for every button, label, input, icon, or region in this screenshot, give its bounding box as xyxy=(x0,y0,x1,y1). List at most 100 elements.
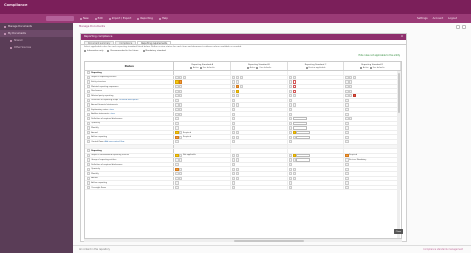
status-select[interactable] xyxy=(296,135,311,139)
status-select[interactable] xyxy=(292,121,307,125)
status-box[interactable] xyxy=(175,135,179,139)
status-box[interactable] xyxy=(175,103,179,107)
status-box[interactable] xyxy=(292,167,296,171)
status-box[interactable] xyxy=(288,112,292,116)
checkbox[interactable] xyxy=(369,66,372,69)
status-box[interactable] xyxy=(288,117,292,121)
status-box[interactable] xyxy=(288,98,292,102)
status-select[interactable] xyxy=(296,158,311,162)
status-select[interactable] xyxy=(292,126,307,130)
status-box[interactable] xyxy=(292,130,296,135)
dialog-tab[interactable]: Document summary xyxy=(84,41,115,45)
status-box[interactable] xyxy=(292,172,296,176)
status-box[interactable] xyxy=(232,176,236,181)
status-box[interactable] xyxy=(232,135,236,139)
status-select[interactable] xyxy=(296,130,311,135)
row-checkbox[interactable] xyxy=(87,121,91,125)
sidebar-item[interactable]: Manage Documents xyxy=(0,23,73,30)
status-box[interactable] xyxy=(345,167,349,171)
status-box[interactable] xyxy=(232,117,236,121)
status-box[interactable] xyxy=(288,181,292,185)
horizontal-scrollbar[interactable] xyxy=(84,239,402,242)
status-box[interactable] xyxy=(235,176,240,181)
row-checkbox[interactable] xyxy=(87,140,91,144)
status-box[interactable] xyxy=(175,153,179,158)
status-box[interactable] xyxy=(292,84,296,89)
status-box[interactable] xyxy=(288,75,292,79)
row-checkbox[interactable] xyxy=(87,158,91,162)
status-box[interactable] xyxy=(235,135,240,139)
row-checkbox[interactable] xyxy=(87,181,91,185)
status-box[interactable] xyxy=(232,130,236,135)
status-box[interactable] xyxy=(232,80,236,84)
menu-item[interactable]: Import / Export xyxy=(108,17,131,20)
checkbox[interactable] xyxy=(189,66,192,69)
status-box[interactable] xyxy=(179,89,183,93)
status-box[interactable] xyxy=(292,153,296,158)
status-box[interactable] xyxy=(179,112,183,116)
status-box[interactable] xyxy=(179,103,183,107)
status-box[interactable] xyxy=(175,140,179,144)
status-box[interactable] xyxy=(352,75,357,79)
status-box[interactable] xyxy=(175,130,179,135)
status-box[interactable] xyxy=(288,186,292,190)
status-box[interactable] xyxy=(345,163,349,167)
status-box[interactable] xyxy=(345,80,349,84)
status-box[interactable] xyxy=(292,158,296,162)
status-select[interactable] xyxy=(296,153,311,158)
menu-item[interactable]: New xyxy=(80,17,89,20)
status-box[interactable] xyxy=(235,167,240,171)
status-box[interactable] xyxy=(232,126,236,130)
status-box[interactable] xyxy=(235,172,240,176)
row-checkbox[interactable] xyxy=(87,84,91,89)
status-box[interactable] xyxy=(179,80,183,84)
status-box[interactable] xyxy=(175,117,179,121)
status-box[interactable] xyxy=(179,135,183,139)
checkbox[interactable] xyxy=(199,66,202,69)
status-box[interactable] xyxy=(345,158,349,162)
column-checkbox[interactable]: Use defaults xyxy=(199,66,215,69)
status-box[interactable] xyxy=(292,89,296,93)
search-input[interactable] xyxy=(46,16,74,21)
row-checkbox[interactable] xyxy=(87,112,91,116)
status-box[interactable] xyxy=(175,84,179,89)
status-box[interactable] xyxy=(175,112,179,116)
status-box[interactable] xyxy=(288,167,292,171)
status-select[interactable] xyxy=(292,117,307,121)
row-checkbox[interactable] xyxy=(87,126,91,130)
status-box[interactable] xyxy=(288,176,292,181)
dialog-tab[interactable]: Compliance xyxy=(115,41,137,45)
status-box[interactable] xyxy=(288,80,292,84)
status-box[interactable] xyxy=(292,75,296,79)
status-box[interactable] xyxy=(179,94,183,98)
breadcrumb[interactable]: Manage Documents xyxy=(79,25,105,28)
status-box[interactable] xyxy=(232,158,236,162)
status-box[interactable] xyxy=(349,80,353,84)
row-checkbox[interactable] xyxy=(87,149,91,153)
checkbox[interactable] xyxy=(305,66,308,69)
status-box[interactable] xyxy=(345,130,349,135)
app-logo[interactable]: Compliance xyxy=(4,3,27,7)
status-box[interactable] xyxy=(292,103,296,107)
status-box[interactable] xyxy=(179,107,183,112)
status-box[interactable] xyxy=(175,126,179,130)
menu-item[interactable]: Help xyxy=(158,17,168,20)
status-box[interactable] xyxy=(232,172,236,176)
status-box[interactable] xyxy=(345,89,349,93)
status-box[interactable] xyxy=(232,94,236,98)
status-box[interactable] xyxy=(175,98,179,102)
status-box[interactable] xyxy=(175,158,179,162)
status-box[interactable] xyxy=(345,103,349,107)
sidebar-item[interactable]: My Documents xyxy=(0,30,73,37)
status-box[interactable] xyxy=(292,94,296,98)
status-box[interactable] xyxy=(288,135,292,139)
status-box[interactable] xyxy=(235,94,240,98)
row-checkbox[interactable] xyxy=(87,117,91,121)
status-box[interactable] xyxy=(179,130,183,135)
status-box[interactable] xyxy=(288,130,292,135)
row-checkbox[interactable] xyxy=(87,103,91,107)
status-box[interactable] xyxy=(345,94,349,98)
status-box[interactable] xyxy=(175,107,179,112)
status-box[interactable] xyxy=(349,84,353,89)
column-checkbox[interactable]: Active xyxy=(189,66,199,69)
